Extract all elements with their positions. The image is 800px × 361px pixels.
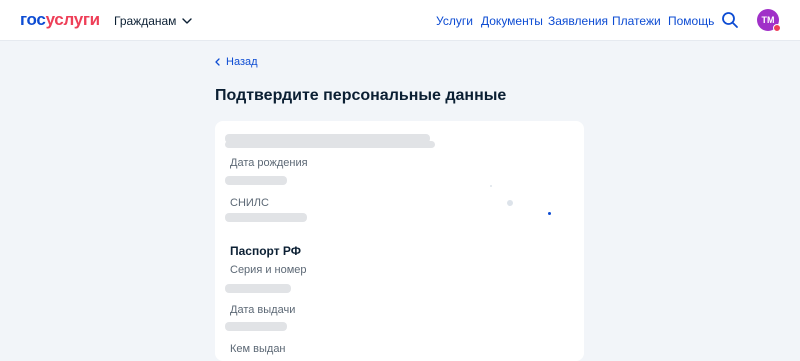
label-snils: СНИЛС [230, 197, 269, 209]
loading-dot [490, 185, 492, 187]
label-issue-date: Дата выдачи [230, 304, 296, 316]
chevron-left-icon [215, 58, 220, 66]
label-birth-date: Дата рождения [230, 157, 308, 169]
label-series-number: Серия и номер [230, 264, 307, 276]
nav-documents[interactable]: Документы [481, 13, 543, 29]
redacted-series-number [225, 284, 291, 293]
logo-part-gos: гос [20, 10, 46, 29]
citizens-dropdown[interactable]: Гражданам [114, 13, 193, 29]
search-button[interactable] [721, 11, 739, 29]
passport-section-title: Паспорт РФ [230, 244, 302, 258]
nav-applications[interactable]: Заявления [548, 13, 608, 29]
redacted-full-name-line [225, 141, 435, 148]
top-bar: госуслуги Гражданам Услуги Документы Зая… [0, 0, 800, 41]
search-icon [722, 12, 738, 28]
loading-dot [507, 200, 513, 206]
back-link[interactable]: Назад [215, 56, 258, 68]
back-label: Назад [226, 56, 258, 68]
personal-data-card: Дата рождения СНИЛС Паспорт РФ Серия и н… [215, 121, 584, 361]
nav-payments[interactable]: Платежи [612, 13, 661, 29]
redacted-snils [225, 213, 307, 222]
page-title: Подтвердите персональные данные [215, 87, 507, 104]
citizens-label: Гражданам [114, 14, 177, 28]
redacted-birth-date [225, 176, 287, 185]
nav-help[interactable]: Помощь [668, 13, 714, 29]
chevron-down-icon [182, 18, 193, 24]
loading-dot [548, 212, 551, 215]
notification-dot [773, 24, 781, 32]
nav-services[interactable]: Услуги [436, 13, 473, 29]
redacted-issue-date [225, 322, 287, 331]
avatar-initials: ТМ [761, 15, 775, 25]
gosuslugi-logo[interactable]: госуслуги [20, 11, 100, 29]
label-issued-by: Кем выдан [230, 343, 286, 355]
logo-part-uslugi: услуги [45, 10, 101, 29]
